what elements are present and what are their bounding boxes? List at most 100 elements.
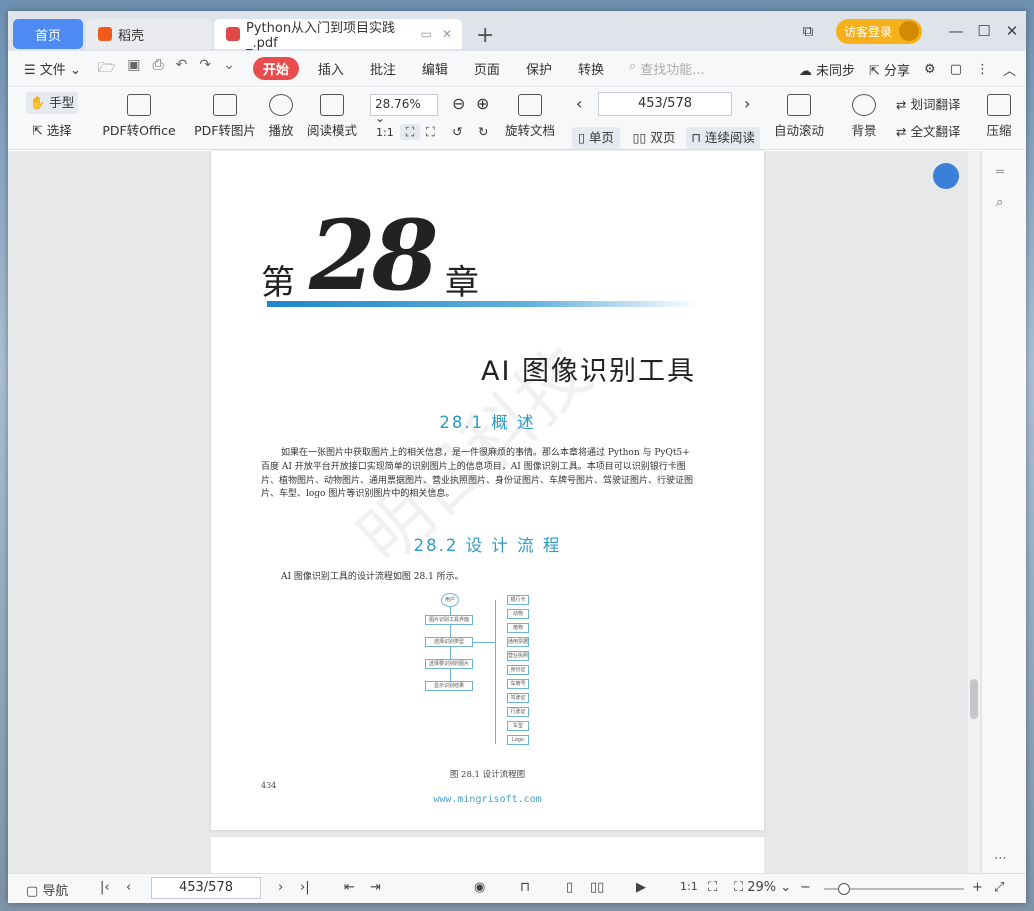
flow-node: Logo [507, 735, 529, 745]
floating-tool-icon[interactable] [933, 163, 959, 189]
new-tab-icon[interactable]: + [476, 23, 494, 48]
actual-size-status-icon[interactable]: 1:1 [680, 880, 698, 893]
undo-icon[interactable]: ↶ [176, 57, 188, 81]
collapse-icon[interactable]: ︿ [1003, 60, 1016, 79]
full-translate-label: 全文翻译 [910, 124, 961, 139]
continuous-status-icon[interactable]: ⊓ [520, 880, 530, 895]
fit-page-status-icon[interactable]: ⛶ [708, 880, 717, 895]
document-viewport[interactable]: 明日科技 第 28 章 AI 图像识别工具 28.1 概 述 如果在一张图片中获… [8, 151, 981, 877]
share-button[interactable]: ⇱ 分享 [869, 60, 910, 79]
pdf-to-image-button[interactable]: PDF转图片 [194, 94, 256, 139]
login-button[interactable]: 访客登录 [835, 18, 922, 44]
search-input[interactable]: ⌕ 查找功能... [629, 59, 705, 78]
pdf-to-office-button[interactable]: PDF转Office [98, 94, 180, 139]
prev-page-status-icon[interactable]: ‹ [126, 880, 131, 895]
full-translate-button[interactable]: ⇄ 全文翻译 [896, 121, 976, 140]
fit-width-status-icon[interactable]: ⛶ 29% ⌄ [734, 880, 791, 895]
zoom-out-icon[interactable]: ⊖ [452, 94, 465, 113]
status-page-input[interactable]: 453/578 [151, 877, 261, 899]
more-icon[interactable]: ⌄ [223, 57, 235, 81]
menu-page[interactable]: 页面 [461, 59, 513, 78]
continuous-button[interactable]: ⊓ 连续阅读 [686, 127, 760, 149]
minimize-icon[interactable]: — [942, 22, 970, 40]
tab-document[interactable]: Python从入门到项目实践_.pdf ▭ ✕ [214, 19, 462, 51]
tab-close-icon[interactable]: ✕ [442, 27, 452, 41]
tab-list-icon[interactable]: ⧉ [794, 22, 822, 40]
last-page-icon[interactable]: ›| [300, 880, 310, 895]
tab-home[interactable]: 首页 [13, 19, 83, 49]
auto-scroll-button[interactable]: 自动滚动 [768, 94, 830, 139]
nav-button[interactable]: ▢ 导航 [26, 880, 68, 899]
fullscreen-icon[interactable]: ⤢ [994, 880, 1004, 895]
double-status-icon[interactable]: ▯▯ [590, 880, 604, 895]
zoom-out-status-icon[interactable]: − [800, 880, 811, 895]
hand-tool[interactable]: ✋ 手型 [26, 92, 78, 114]
read-mode-button[interactable]: 阅读模式 [306, 94, 358, 139]
menu-protect[interactable]: 保护 [513, 59, 565, 78]
forward-icon[interactable]: ⇥ [370, 880, 381, 895]
vertical-scrollbar[interactable] [968, 151, 980, 873]
menu-start[interactable]: 开始 [252, 57, 299, 80]
actual-size-icon[interactable]: 1:1 [376, 126, 394, 139]
compress-label: 压缩 [986, 123, 1012, 138]
rotate-doc-icon [518, 94, 542, 116]
search-doc-icon[interactable]: ⌕ [996, 195, 1003, 210]
section-heading-1: 28.1 概 述 [439, 413, 536, 432]
single-page-button[interactable]: ▯ 单页 [572, 127, 620, 149]
word-translate-button[interactable]: ⇄ 划词翻译 [896, 94, 976, 113]
compress-button[interactable]: 压缩 [984, 94, 1014, 139]
background-button[interactable]: 背景 [846, 94, 882, 139]
zoom-in-icon[interactable]: ⊕ [476, 94, 489, 113]
rotate-right-icon[interactable]: ↻ [478, 124, 488, 139]
more-horiz-icon[interactable]: ⋯ [994, 851, 1007, 866]
next-page-icon[interactable]: › [744, 94, 750, 113]
menu-insert[interactable]: 插入 [305, 59, 357, 78]
comment-icon[interactable]: ▢ [950, 62, 962, 77]
double-page-button[interactable]: ▯▯ 双页 [626, 127, 682, 149]
flow-node: 车牌号 [507, 679, 529, 689]
file-menu[interactable]: ☰ 文件 ⌄ [8, 59, 94, 78]
menu-annotate[interactable]: 批注 [357, 59, 409, 78]
close-icon[interactable]: ✕ [998, 22, 1026, 40]
open-icon[interactable]: 🗁 [98, 57, 115, 81]
flow-connector [450, 625, 451, 637]
zoom-select[interactable]: 28.76% ⌄ [370, 94, 438, 125]
fit-page-icon[interactable]: ⛶ [400, 124, 420, 140]
single-status-icon[interactable]: ▯ [566, 880, 573, 895]
flow-connector [450, 607, 451, 615]
fit-width-icon[interactable]: ⛶ [426, 124, 435, 140]
more-vert-icon[interactable]: ⋮ [976, 62, 989, 77]
redo-icon[interactable]: ↷ [199, 57, 211, 81]
rotate-doc-button[interactable]: 旋转文档 [504, 94, 556, 139]
login-label: 访客登录 [843, 24, 892, 39]
sidebar-handle-icon[interactable]: ═ [996, 165, 1004, 180]
word-translate-label: 划词翻译 [910, 97, 961, 112]
sync-button[interactable]: ☁ 未同步 [799, 60, 855, 79]
background-label: 背景 [851, 123, 877, 138]
tab-daoke[interactable]: 稻壳 [86, 19, 212, 49]
select-tool[interactable]: ⇱ 选择 [26, 120, 78, 142]
tab-pin-icon[interactable]: ▭ [421, 27, 432, 41]
eye-mode-icon[interactable]: ◉ [474, 880, 485, 895]
back-icon[interactable]: ⇤ [344, 880, 355, 895]
play-status-icon[interactable]: ▶ [636, 880, 646, 895]
zoom-slider[interactable] [824, 883, 964, 895]
settings-icon[interactable]: ⚙ [924, 62, 936, 77]
rotate-left-icon[interactable]: ↺ [452, 124, 462, 139]
zoom-in-status-icon[interactable]: + [972, 880, 983, 895]
scrollbar-thumb[interactable] [970, 679, 978, 719]
menu-convert[interactable]: 转换 [565, 59, 617, 78]
maximize-icon[interactable]: ☐ [970, 22, 998, 40]
prev-page-icon[interactable]: ‹ [576, 94, 582, 113]
tab-document-label: Python从入门到项目实践_.pdf [246, 21, 396, 51]
menu-edit[interactable]: 编辑 [409, 59, 461, 78]
print-icon[interactable]: ⎙ [152, 57, 163, 81]
zoom-slider-knob[interactable] [838, 883, 850, 895]
play-button[interactable]: 播放 [266, 94, 296, 139]
flow-node: 动物 [507, 609, 529, 619]
first-page-icon[interactable]: |‹ [100, 880, 110, 895]
save-icon[interactable]: ▣ [127, 57, 140, 81]
chapter-suffix: 章 [445, 263, 479, 303]
page-input[interactable]: 453/578 [598, 92, 732, 116]
next-page-status-icon[interactable]: › [278, 880, 283, 895]
